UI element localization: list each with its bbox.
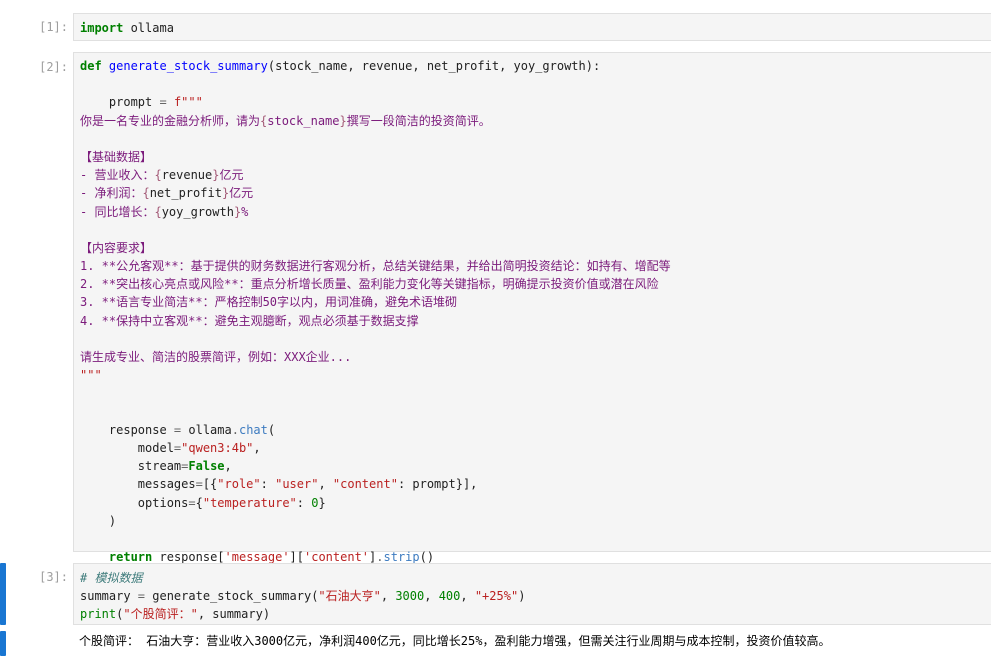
code-line: 4. **保持中立客观**：避免主观臆断，观点必须基于数据支撑: [80, 313, 419, 328]
code-line: 请生成专业、简洁的股票简评，例如：XXX企业...: [80, 350, 352, 364]
cell-prompt: [2]:: [39, 60, 68, 74]
code-line: options={"temperature": 0}: [80, 495, 326, 510]
cell-input[interactable]: # 模拟数据 summary = generate_stock_summary(…: [73, 563, 991, 625]
cell-input[interactable]: def generate_stock_summary(stock_name, r…: [73, 52, 991, 564]
code-line: 你是一名专业的金融分析师，请为{stock_name}撰写一段简洁的投资简评。: [80, 113, 491, 128]
cell-output: 个股简评： 石油大亨：营业收入3000亿元，净利润400亿元，同比增长25%，盈…: [79, 634, 831, 648]
code-line: 2. **突出核心亮点或风险**：重点分析增长质量、盈利能力变化等关键指标，明确…: [80, 277, 659, 292]
code-line: response = ollama.chat(: [80, 422, 276, 437]
code-cell-1[interactable]: [1]: import ollama: [0, 13, 991, 41]
cell-prompt: [1]:: [39, 20, 68, 34]
cell-input[interactable]: import ollama: [73, 13, 991, 41]
output-collapse-indicator[interactable]: [0, 631, 6, 656]
code-line: 1. **公允客观**：基于提供的财务数据进行客观分析，总结关键结果，并给出简明…: [80, 259, 671, 274]
code-line: - 营业收入：{revenue}亿元: [80, 168, 244, 183]
code-line: 【内容要求】: [80, 240, 153, 255]
code-line: import ollama: [80, 21, 174, 35]
code-line: - 净利润：{net_profit}亿元: [80, 186, 254, 201]
code-line: messages=[{"role": "user", "content": pr…: [80, 477, 478, 492]
code-line: prompt = f""": [80, 95, 203, 110]
code-line: 【基础数据】: [80, 149, 153, 164]
code-cell-3[interactable]: [3]: # 模拟数据 summary = generate_stock_sum…: [0, 563, 991, 625]
code-line: ): [80, 513, 117, 528]
code-line: summary = generate_stock_summary("石油大亨",…: [80, 589, 526, 604]
code-comment: # 模拟数据: [80, 571, 143, 585]
code-cell-2[interactable]: [2]: def generate_stock_summary(stock_na…: [0, 52, 991, 564]
code-line: stream=False,: [80, 459, 232, 474]
code-line: print("个股简评：", summary): [80, 607, 271, 622]
code-line: def generate_stock_summary(stock_name, r…: [80, 59, 601, 73]
code-line: - 同比增长：{yoy_growth}%: [80, 204, 249, 219]
code-line: model="qwen3:4b",: [80, 440, 261, 455]
code-line: 3. **语言专业简洁**：严格控制50字以内，用词准确，避免术语堆砌: [80, 295, 458, 310]
code-line: """: [80, 368, 102, 383]
cell-prompt: [3]:: [39, 570, 68, 584]
